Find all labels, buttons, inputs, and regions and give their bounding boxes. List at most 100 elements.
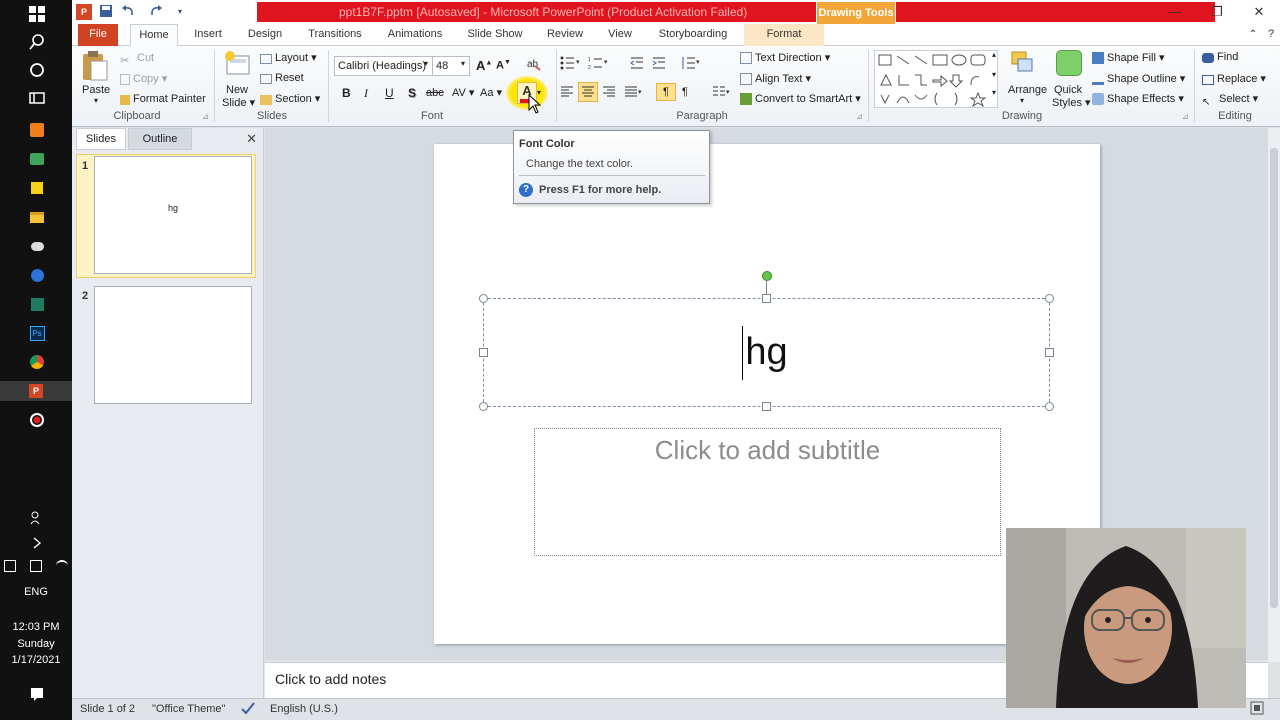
tray-icon[interactable]	[4, 560, 16, 572]
tab-animations[interactable]: Animations	[380, 24, 450, 46]
tab-insert[interactable]: Insert	[184, 24, 232, 46]
slide-thumbnail-2[interactable]	[94, 286, 252, 404]
resize-handle-bottom[interactable]	[762, 402, 771, 411]
change-case-button[interactable]: Aa ▾	[480, 86, 502, 99]
format-painter-button[interactable]: Format Painter	[120, 93, 206, 105]
minimize-icon[interactable]: —	[1155, 2, 1195, 22]
shapes-scroll-down-icon[interactable]: ▾	[992, 70, 996, 79]
rtl-icon[interactable]: ¶	[682, 86, 688, 98]
spellcheck-icon[interactable]	[240, 701, 256, 718]
tab-transitions[interactable]: Transitions	[300, 24, 370, 46]
fit-to-window-icon[interactable]	[1250, 701, 1264, 718]
underline-button[interactable]: U	[385, 86, 394, 100]
line-spacing-icon[interactable]: ▾	[680, 56, 702, 73]
layout-button[interactable]: Layout ▾	[260, 51, 317, 64]
align-text-button[interactable]: Align Text ▾	[740, 72, 811, 85]
app-orange-icon[interactable]	[27, 120, 47, 140]
chevron-right-icon[interactable]	[27, 533, 47, 553]
slide-thumbnail-1[interactable]: hg	[94, 156, 252, 274]
action-center-icon[interactable]	[27, 684, 47, 704]
sticky-notes-icon[interactable]	[27, 178, 47, 198]
tab-slides[interactable]: Slides	[76, 128, 126, 150]
theme-name[interactable]: "Office Theme"	[152, 703, 225, 715]
resize-handle-top[interactable]	[762, 294, 771, 303]
italic-button[interactable]: I	[364, 86, 368, 101]
notes-placeholder[interactable]: Click to add notes	[275, 671, 386, 687]
new-slide-button[interactable]: Slide ▾	[222, 96, 255, 109]
font-family-dropdown-icon[interactable]: ▾	[424, 59, 428, 68]
tab-review[interactable]: Review	[540, 24, 590, 46]
paste-button[interactable]: Paste	[82, 84, 110, 96]
align-left-icon[interactable]	[560, 86, 574, 101]
convert-smartart-button[interactable]: Convert to SmartArt ▾	[740, 92, 861, 105]
app-globe-icon[interactable]	[27, 265, 47, 285]
arrange-button[interactable]: Arrange	[1008, 84, 1047, 96]
wifi-icon[interactable]	[56, 560, 68, 572]
collapse-ribbon-icon[interactable]: ⌃	[1246, 24, 1260, 46]
section-button[interactable]: Section ▾	[260, 92, 320, 105]
network-icon[interactable]	[30, 560, 42, 572]
resize-handle-top-right[interactable]	[1045, 294, 1054, 303]
language-indicator[interactable]: ENG	[0, 585, 72, 599]
resize-handle-bottom-right[interactable]	[1045, 402, 1054, 411]
people-icon[interactable]	[27, 508, 47, 528]
vertical-scrollbar[interactable]	[1268, 128, 1280, 662]
shape-outline-button[interactable]: Shape Outline ▾	[1092, 72, 1185, 85]
shrink-font-button[interactable]: A▼	[496, 59, 511, 72]
decrease-indent-icon[interactable]	[630, 56, 644, 73]
paste-icon[interactable]	[80, 50, 110, 82]
tab-home[interactable]: Home	[130, 24, 178, 46]
align-center-button[interactable]	[578, 82, 598, 102]
scrollbar-thumb[interactable]	[1270, 148, 1278, 608]
file-explorer-icon[interactable]	[27, 207, 47, 227]
numbering-icon[interactable]: 1 2 ▾	[588, 56, 610, 73]
grow-font-button[interactable]: A▲	[476, 58, 492, 73]
paragraph-dialog-launcher-icon[interactable]: ⊿	[856, 112, 863, 121]
shape-effects-button[interactable]: Shape Effects ▾	[1092, 92, 1184, 105]
drawing-dialog-launcher-icon[interactable]: ⊿	[1182, 112, 1189, 121]
replace-button[interactable]: Replace ▾	[1202, 72, 1266, 85]
clock-day[interactable]: Sunday	[0, 637, 72, 651]
strikethrough-button[interactable]: abc	[426, 87, 444, 99]
select-button[interactable]: ↖ Select ▾	[1202, 92, 1258, 111]
tab-format[interactable]: Format	[744, 24, 824, 46]
tab-view[interactable]: View	[600, 24, 640, 46]
shapes-scroll-up-icon[interactable]: ▴	[992, 50, 996, 59]
bullets-icon[interactable]: ▾	[560, 56, 582, 73]
resize-handle-right[interactable]	[1045, 348, 1054, 357]
clipboard-dialog-launcher-icon[interactable]: ⊿	[202, 112, 209, 121]
increase-indent-icon[interactable]	[652, 56, 666, 73]
text-direction-button[interactable]: Text Direction ▾	[740, 51, 830, 64]
quick-styles-label-1[interactable]: Quick	[1054, 84, 1082, 96]
language-status[interactable]: English (U.S.)	[270, 703, 338, 715]
find-button[interactable]: Find	[1202, 51, 1238, 63]
cortana-icon[interactable]	[27, 60, 47, 80]
tab-outline[interactable]: Outline	[128, 128, 192, 150]
bold-button[interactable]: B	[342, 86, 351, 100]
cut-button[interactable]: ✂ Cut	[120, 52, 154, 68]
clear-formatting-icon[interactable]: ab	[526, 56, 542, 75]
copy-button[interactable]: Copy ▾	[120, 72, 167, 85]
resize-handle-top-left[interactable]	[479, 294, 488, 303]
tab-slide-show[interactable]: Slide Show	[462, 24, 528, 46]
new-slide-label-1[interactable]: New	[226, 84, 248, 96]
tab-storyboarding[interactable]: Storyboarding	[652, 24, 734, 46]
close-icon[interactable]: ✕	[1239, 2, 1279, 22]
tab-design[interactable]: Design	[240, 24, 290, 46]
align-right-icon[interactable]	[602, 86, 616, 101]
new-slide-icon[interactable]	[222, 50, 254, 80]
clock-time[interactable]: 12:03 PM	[0, 620, 72, 634]
quick-styles-button[interactable]: Styles ▾	[1052, 96, 1091, 109]
character-spacing-button[interactable]: AV ▾	[452, 86, 474, 99]
windows-start-icon[interactable]	[27, 4, 47, 24]
chrome-icon[interactable]	[27, 352, 47, 372]
subtitle-placeholder-text[interactable]: Click to add subtitle	[535, 435, 1000, 466]
close-pane-icon[interactable]: ✕	[246, 131, 257, 147]
tab-file[interactable]: File	[78, 24, 118, 46]
app-terminal-icon[interactable]	[27, 294, 47, 314]
app-cloud-icon[interactable]	[27, 236, 47, 256]
photoshop-icon[interactable]: Ps	[27, 323, 47, 343]
powerpoint-taskbar-item[interactable]: P	[0, 381, 72, 401]
font-size-dropdown-icon[interactable]: ▾	[461, 59, 465, 68]
restore-icon[interactable]: ❐	[1197, 2, 1237, 22]
